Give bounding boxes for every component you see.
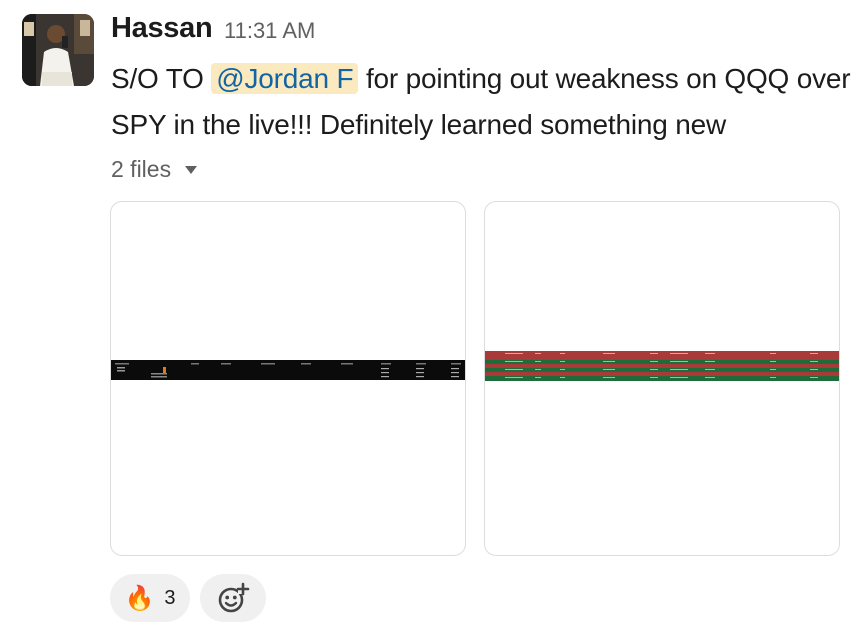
author-name[interactable]: Hassan [111,12,213,45]
reaction-count: 3 [164,586,176,609]
file-2-preview-strip [485,351,839,381]
chevron-down-icon [185,165,198,174]
file-attachment-1[interactable] [110,201,466,556]
avatar[interactable] [22,14,94,86]
message-text-before: S/O TO [111,63,212,94]
files-count-label: 2 files [111,156,172,182]
fire-emoji-icon: 🔥 [124,584,155,612]
add-reaction-icon [218,582,250,613]
user-mention[interactable]: @Jordan F [211,63,359,94]
message-text: S/O TO @Jordan F for pointing out weakne… [111,56,851,148]
avatar-photo [22,14,94,86]
file-1-preview-strip [111,360,465,380]
add-reaction-button[interactable] [200,574,266,622]
file-attachment-2[interactable] [484,201,840,556]
timestamp[interactable]: 11:31 AM [224,18,315,44]
file-1-table-image [111,360,465,380]
files-toggle[interactable]: 2 files [111,156,198,183]
file-2-rows-image [485,351,839,381]
reaction-fire[interactable]: 🔥 3 [110,574,190,622]
